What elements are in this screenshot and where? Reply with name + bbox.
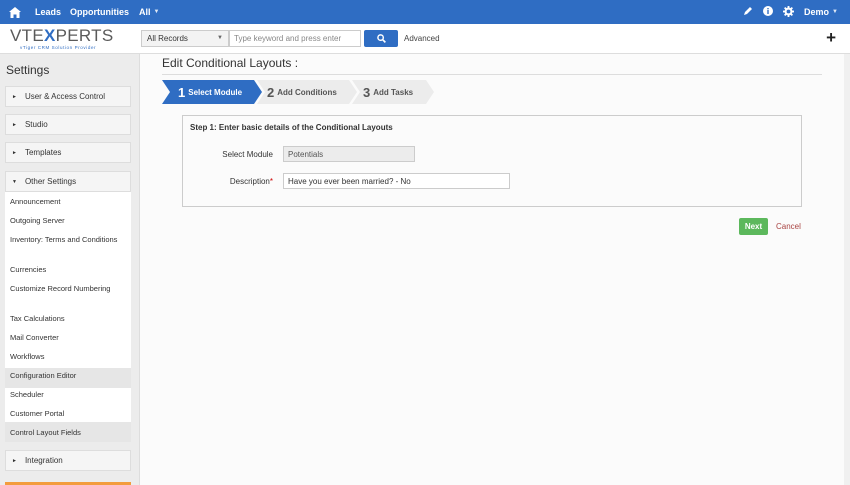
vtexperts-logo: VTEXPERTS vTiger CRM Solution Provider — [10, 26, 114, 50]
chevron-down-icon: ▼ — [153, 9, 160, 15]
sidebar-section-templates[interactable]: ► Templates — [5, 142, 131, 163]
sidebar-item-outgoing-server[interactable]: Outgoing Server — [10, 216, 125, 226]
caret-right-icon: ► — [12, 93, 17, 100]
chevron-down-icon: ▼ — [832, 9, 838, 15]
sidebar-item-label: Control Layout Fields — [10, 428, 81, 437]
sidebar-section-other-settings[interactable]: ▼ Other Settings — [5, 171, 131, 192]
required-marker: * — [269, 177, 273, 186]
sidebar-section-label: Other Settings — [24, 177, 77, 186]
search-bar: VTEXPERTS vTiger CRM Solution Provider A… — [0, 24, 850, 54]
sidebar-section-label: Templates — [24, 148, 62, 157]
pencil-icon[interactable] — [743, 6, 753, 18]
user-menu[interactable]: Demo ▼ — [804, 7, 838, 17]
advanced-search-link[interactable]: Advanced — [404, 34, 440, 43]
sidebar-item-currencies[interactable]: Currencies — [10, 265, 125, 275]
wizard-step-2: 2 Add Conditions — [267, 84, 337, 100]
keyword-search-input[interactable]: Type keyword and press enter — [229, 30, 361, 47]
sidebar-section-studio[interactable]: ► Studio — [5, 114, 131, 135]
settings-sidebar: Settings ► User & Access Control ► Studi… — [0, 54, 140, 485]
sidebar-title: Settings — [6, 63, 50, 77]
sidebar-section-user-access[interactable]: ► User & Access Control — [5, 86, 131, 107]
other-settings-list: Announcement Outgoing Server Inventory: … — [5, 192, 131, 422]
sidebar-item-announcement[interactable]: Announcement — [10, 197, 125, 207]
title-divider — [162, 74, 822, 75]
sidebar-item-workflows[interactable]: Workflows — [10, 352, 125, 362]
nav-all-label: All — [139, 7, 151, 17]
sidebar-item-customer-portal[interactable]: Customer Portal — [10, 409, 125, 419]
caret-right-icon: ► — [12, 121, 17, 128]
sidebar-item-configuration-editor[interactable]: Configuration Editor — [10, 371, 125, 381]
caret-down-icon: ▼ — [12, 178, 17, 185]
wizard-step-1: 1 Select Module — [178, 84, 243, 100]
panel-heading: Step 1: Enter basic details of the Condi… — [190, 123, 393, 132]
caret-right-icon: ► — [12, 457, 17, 464]
info-icon[interactable] — [763, 6, 774, 18]
page-scrollbar[interactable] — [844, 54, 850, 485]
wizard-step-3: 3 Add Tasks — [363, 84, 414, 100]
sidebar-item-terms-conditions[interactable]: Inventory: Terms and Conditions — [10, 235, 125, 245]
sidebar-section-label: User & Access Control — [24, 92, 105, 101]
home-icon[interactable] — [9, 6, 21, 18]
description-input[interactable]: Have you ever been married? - No — [283, 173, 510, 189]
user-name: Demo — [804, 7, 830, 17]
logo-tagline: vTiger CRM Solution Provider — [20, 45, 97, 50]
topbar-actions: Demo ▼ — [743, 0, 838, 24]
search-icon — [376, 34, 386, 43]
logo-wordmark: VTEXPERTS — [10, 26, 114, 45]
sidebar-section-label: Integration — [24, 456, 63, 465]
step-details-panel: Step 1: Enter basic details of the Condi… — [182, 115, 802, 207]
nav-all-menu[interactable]: All ▼ — [139, 7, 159, 17]
gear-icon[interactable] — [783, 5, 795, 19]
records-select-value: All Records — [147, 34, 188, 43]
sidebar-section-integration[interactable]: ► Integration — [5, 450, 131, 471]
nav-opportunities[interactable]: Opportunities — [70, 7, 129, 17]
records-select[interactable]: All Records ▼ — [141, 30, 229, 47]
sidebar-item-scheduler[interactable]: Scheduler — [10, 390, 125, 400]
next-button[interactable]: Next — [739, 218, 768, 235]
nav-leads[interactable]: Leads — [35, 7, 61, 17]
sidebar-item-mail-converter[interactable]: Mail Converter — [10, 333, 125, 343]
description-label: Description* — [229, 177, 273, 186]
sidebar-item-control-layout-fields[interactable]: Control Layout Fields — [5, 422, 131, 442]
caret-right-icon: ► — [12, 149, 17, 156]
sidebar-item-tax-calculations[interactable]: Tax Calculations — [10, 314, 125, 324]
sidebar-section-label: Studio — [24, 120, 48, 129]
chevron-down-icon: ▼ — [217, 35, 223, 41]
search-button[interactable] — [364, 30, 398, 47]
select-module-label: Select Module — [222, 150, 273, 159]
select-module-field: Potentials — [283, 146, 415, 162]
top-nav-bar: Leads Opportunities All ▼ Demo ▼ — [0, 0, 850, 24]
sidebar-item-record-numbering[interactable]: Customize Record Numbering — [10, 284, 125, 294]
page-title: Edit Conditional Layouts : — [162, 56, 299, 70]
cancel-link[interactable]: Cancel — [776, 222, 801, 231]
plus-icon[interactable]: + — [826, 29, 836, 46]
wizard-steps: 1 Select Module 2 Add Conditions 3 Add Task… — [162, 80, 438, 104]
